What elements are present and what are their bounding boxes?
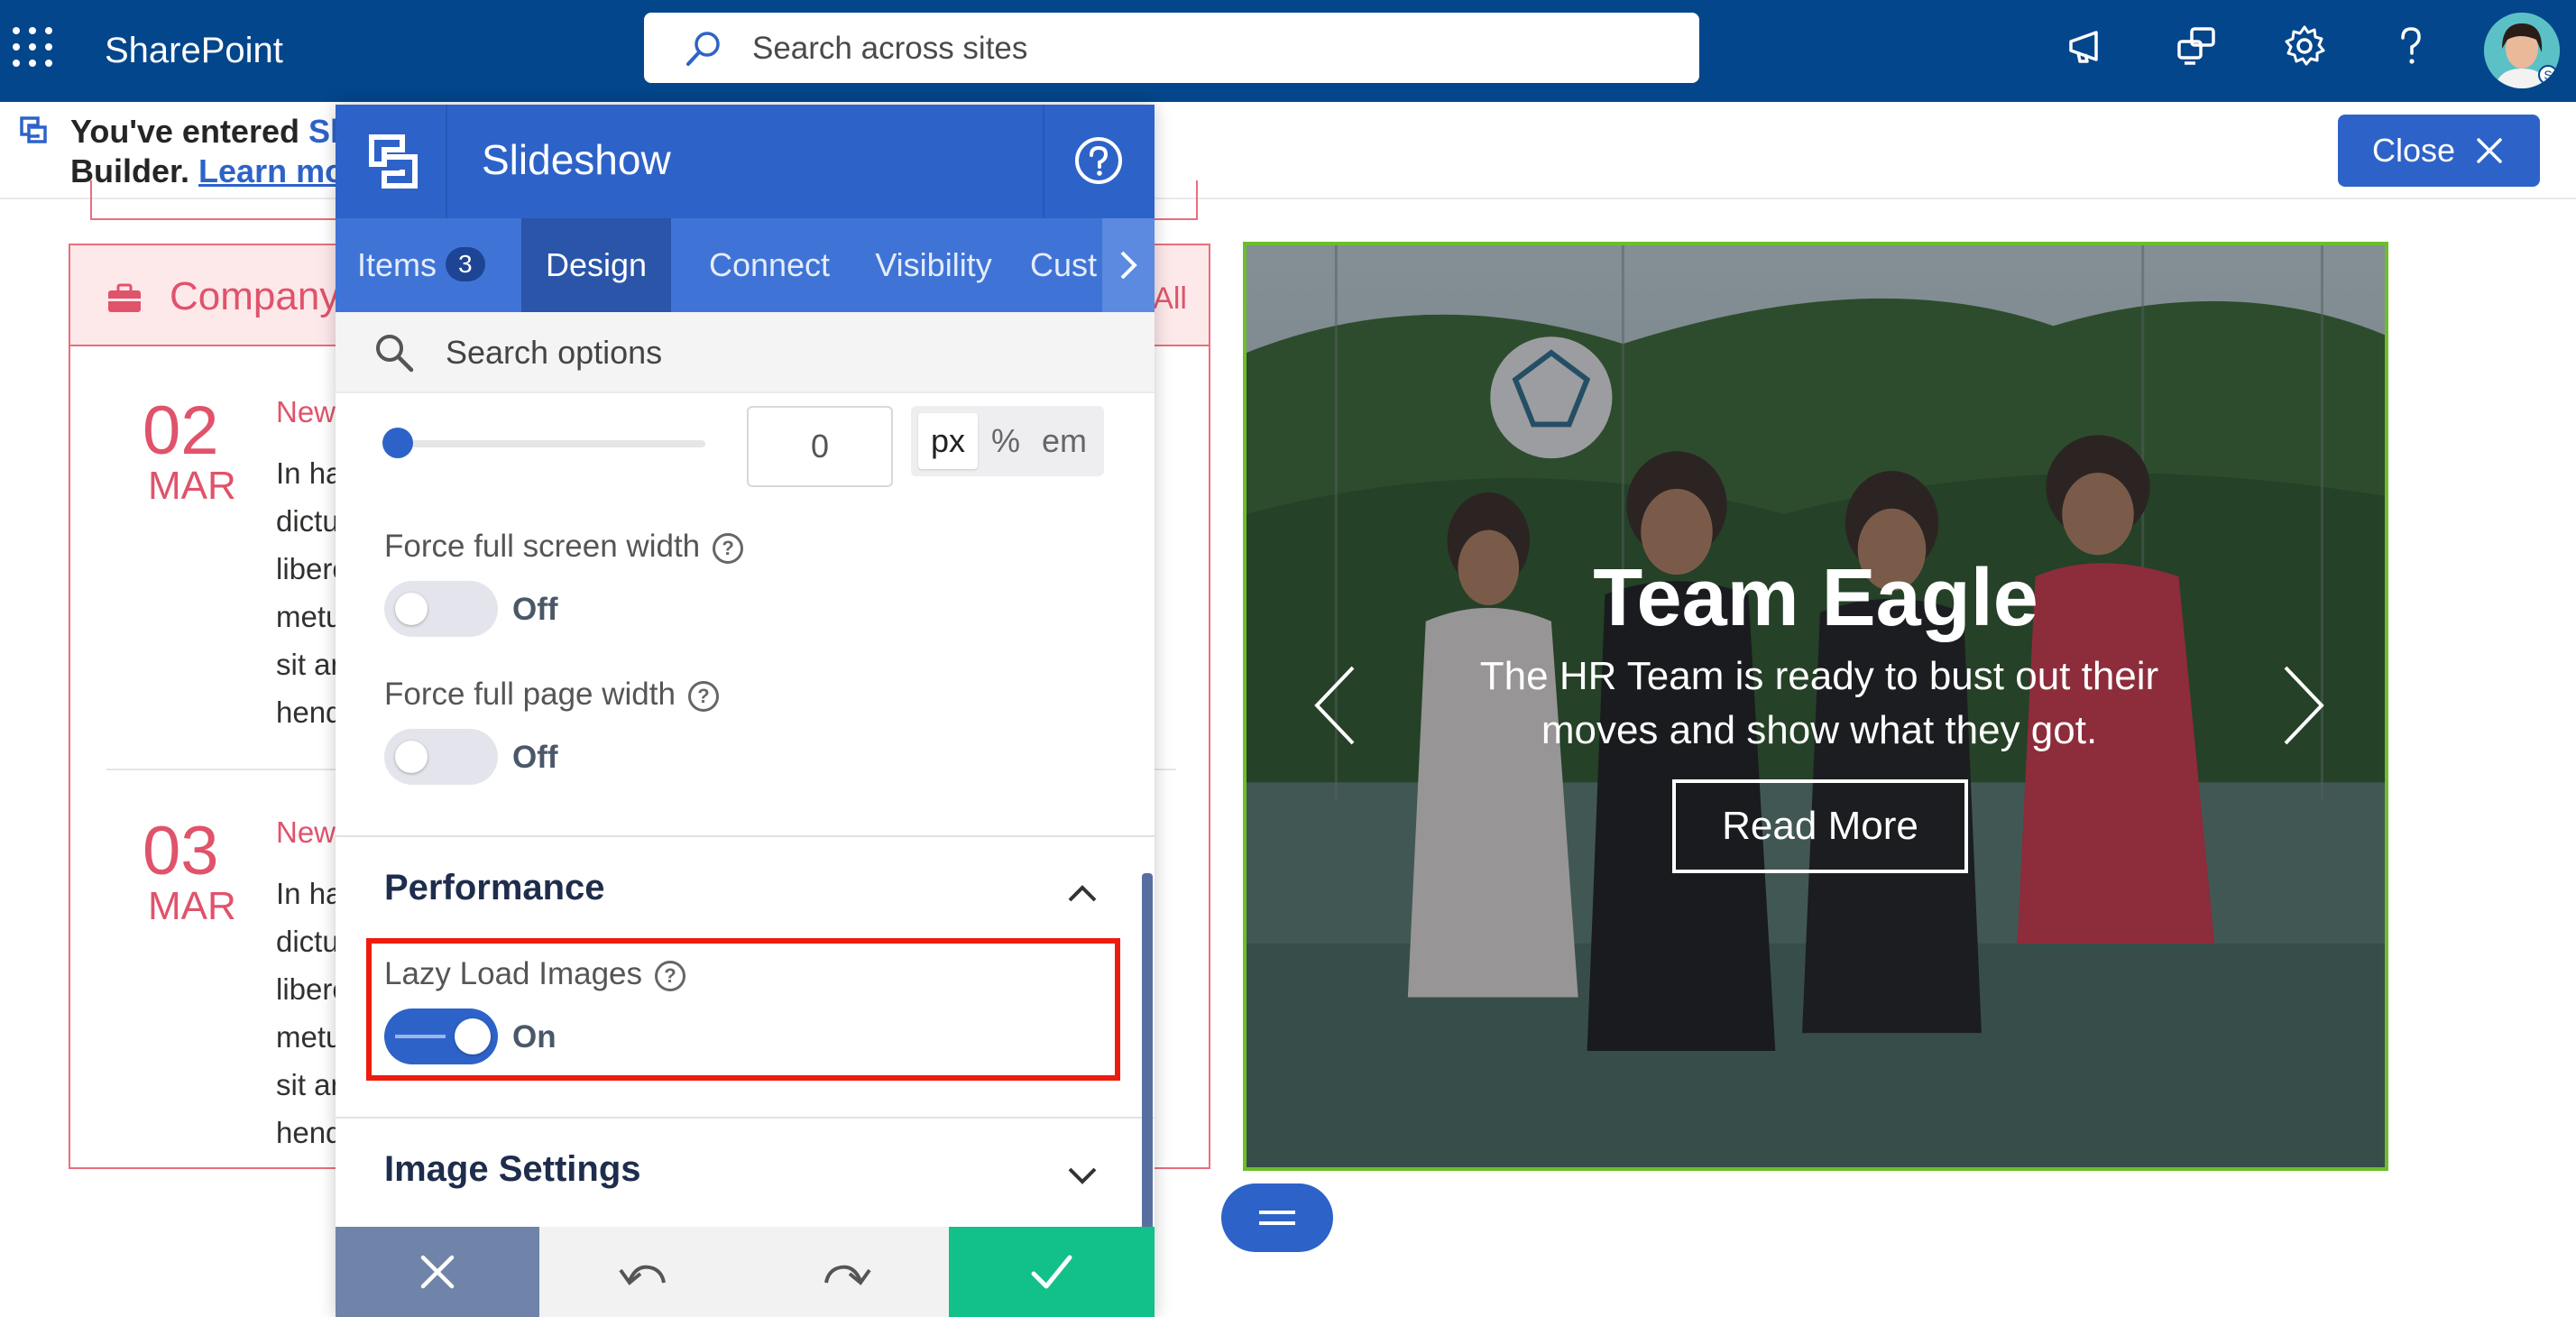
- check-icon: [1031, 1255, 1072, 1289]
- news-month: MAR: [148, 884, 236, 928]
- help-icon[interactable]: [2387, 22, 2435, 70]
- menu-icon: [1259, 1211, 1295, 1225]
- builder-icon: [20, 116, 47, 143]
- chevron-right-icon[interactable]: [2275, 660, 2329, 751]
- suite-bar: SharePoint Search across sites S: [0, 0, 2576, 102]
- status-badge: S: [2538, 65, 2558, 85]
- tab-visibility[interactable]: Visibility: [850, 218, 1017, 312]
- gear-icon[interactable]: [2280, 22, 2329, 70]
- size-slider-track[interactable]: [390, 440, 705, 447]
- force-full-page-width-label: Force full page width?: [384, 677, 719, 713]
- read-more-button[interactable]: Read More: [1672, 779, 1968, 873]
- redo-icon: [824, 1265, 871, 1285]
- help-icon[interactable]: ?: [687, 681, 719, 712]
- close-icon: [2477, 138, 2502, 163]
- panel-footer: [336, 1227, 1155, 1317]
- force-full-screen-width-toggle[interactable]: [384, 581, 498, 637]
- tab-custom[interactable]: Cust: [1030, 218, 1102, 312]
- unit-px[interactable]: px: [918, 413, 978, 469]
- undo-icon: [619, 1265, 666, 1285]
- panel-header: Slideshow: [336, 105, 1155, 218]
- chevron-left-icon[interactable]: [1310, 660, 1364, 751]
- panel-tabs: Items 3 Design Connect Visibility Cust: [336, 218, 1155, 312]
- app-name[interactable]: SharePoint: [105, 27, 283, 74]
- size-number-input[interactable]: 0: [747, 406, 893, 487]
- image-settings-section-header[interactable]: Image Settings: [384, 1149, 641, 1190]
- cancel-button[interactable]: [336, 1227, 539, 1317]
- search-icon: [686, 32, 720, 66]
- chevron-down-icon[interactable]: [1064, 1156, 1100, 1193]
- news-day: 03: [143, 813, 219, 889]
- items-count-badge: 3: [446, 247, 485, 281]
- tab-items[interactable]: Items 3: [336, 218, 521, 312]
- divider: [336, 835, 1155, 837]
- feedback-icon[interactable]: [2172, 22, 2221, 70]
- toggle-state: Off: [512, 592, 558, 627]
- unit-selector: px % em: [911, 406, 1104, 476]
- slideshow-hero[interactable]: Team Eagle The HR Team is ready to bust …: [1243, 242, 2388, 1171]
- unit-em[interactable]: em: [1032, 413, 1097, 469]
- search-input[interactable]: Search options: [446, 334, 662, 372]
- toggle-state: Off: [512, 740, 558, 775]
- see-all-link[interactable]: All: [1153, 281, 1187, 317]
- force-full-page-width-toggle[interactable]: [384, 729, 498, 785]
- search-input[interactable]: Search across sites: [752, 29, 1027, 69]
- news-month: MAR: [148, 464, 236, 508]
- force-full-screen-width-label: Force full screen width?: [384, 529, 744, 565]
- chevron-right-icon: [1120, 251, 1137, 280]
- news-title: Company: [170, 274, 340, 318]
- tabs-scroll-right[interactable]: [1102, 218, 1155, 312]
- chevron-up-icon[interactable]: [1064, 875, 1100, 911]
- briefcase-icon: [108, 283, 141, 312]
- divider: [446, 105, 447, 218]
- tab-design[interactable]: Design: [521, 218, 671, 312]
- size-slider-handle[interactable]: [382, 428, 413, 458]
- help-icon[interactable]: [1073, 135, 1124, 186]
- divider: [336, 1117, 1155, 1119]
- close-button[interactable]: Close: [2338, 115, 2540, 187]
- builder-logo-icon: [369, 134, 418, 189]
- highlight-box: [366, 938, 1120, 1081]
- notification-text-line1: You've entered Sh: [70, 113, 350, 150]
- unit-percent[interactable]: %: [983, 413, 1028, 469]
- tab-connect[interactable]: Connect: [689, 218, 850, 312]
- undo-button[interactable]: [539, 1227, 745, 1317]
- panel-title: Slideshow: [482, 136, 671, 183]
- hero-title: Team Eagle: [1593, 553, 2038, 643]
- help-icon[interactable]: ?: [713, 533, 744, 564]
- options-search[interactable]: Search options: [336, 312, 1155, 393]
- avatar[interactable]: S: [2484, 13, 2560, 88]
- global-search[interactable]: Search across sites: [644, 13, 1699, 83]
- megaphone-icon[interactable]: [2064, 22, 2112, 70]
- apply-button[interactable]: [949, 1227, 1155, 1317]
- performance-section-header[interactable]: Performance: [384, 868, 605, 908]
- waffle-icon[interactable]: [13, 27, 52, 67]
- news-day: 02: [143, 392, 219, 469]
- toolbox-button[interactable]: [1221, 1183, 1333, 1252]
- slideshow-property-panel: Slideshow Items 3 Design Connect Visibili…: [336, 105, 1155, 1317]
- close-icon: [420, 1255, 455, 1289]
- redo-button[interactable]: [745, 1227, 949, 1317]
- divider: [1043, 105, 1044, 218]
- search-icon: [376, 335, 414, 373]
- hero-subtitle: The HR Team is ready to bust out their m…: [1479, 654, 2159, 752]
